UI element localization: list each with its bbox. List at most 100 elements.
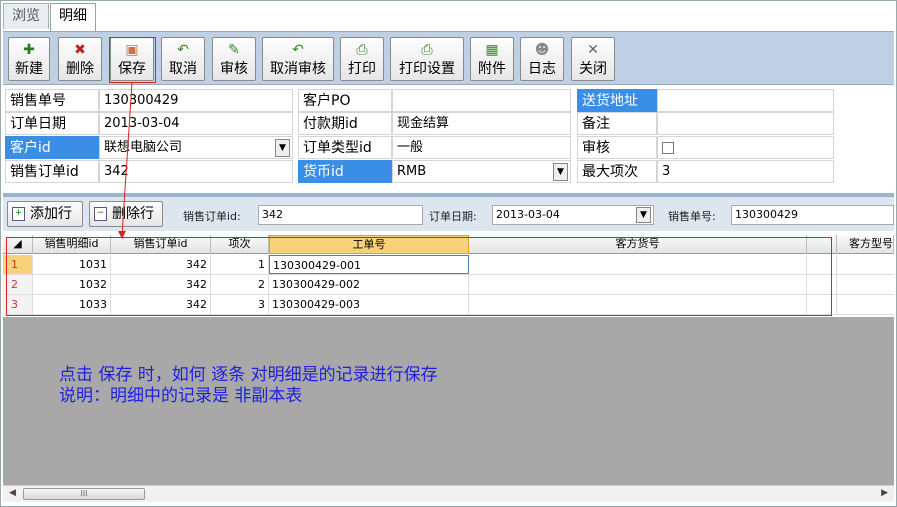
cancel-button[interactable]: ↶ 取消 — [161, 37, 205, 81]
cell-detail-id[interactable]: 1032 — [33, 275, 111, 294]
new-icon: ✚ — [23, 42, 35, 58]
col-order-id[interactable]: 销售订单id — [111, 235, 211, 254]
ship-addr-field[interactable] — [657, 89, 834, 112]
customer-po-label: 客户PO — [298, 89, 392, 112]
cell-work-no[interactable]: 130300429-002 — [269, 275, 469, 294]
table-row[interactable]: 1 1031 342 1 130300429-001 — [3, 255, 894, 275]
row-number: 3 — [3, 295, 33, 314]
table-row[interactable]: 2 1032 342 2 130300429-002 — [3, 275, 894, 295]
cell-item[interactable]: 2 — [211, 275, 269, 294]
remark-field[interactable] — [657, 112, 834, 135]
save-icon: ▣ — [125, 42, 139, 58]
print-settings-button[interactable]: ⎙ 打印设置 — [390, 37, 464, 81]
pay-term-field[interactable]: 现金结算 — [392, 112, 571, 135]
cell-blank[interactable] — [807, 275, 837, 294]
cell-order-id[interactable]: 342 — [111, 275, 211, 294]
col-customer-model[interactable]: 客方型号 — [837, 235, 894, 254]
order-date-filter-label: 订单日期: — [429, 210, 477, 223]
sale-order-field[interactable]: 342 — [99, 160, 293, 183]
chevron-down-icon[interactable]: ▼ — [553, 163, 568, 181]
delete-button[interactable]: ✖ 删除 — [58, 37, 102, 81]
detail-toolbar: + 添加行 − 删除行 销售订单id: 342 订单日期: 2013-03-04… — [3, 193, 894, 231]
add-row-button[interactable]: + 添加行 — [7, 201, 83, 227]
cancel-audit-button[interactable]: ↶ 取消审核 — [262, 37, 334, 81]
cell-customer-part[interactable] — [469, 295, 807, 314]
log-button[interactable]: ☻ 日志 — [520, 37, 564, 81]
chevron-down-icon[interactable]: ▼ — [275, 139, 290, 157]
order-type-field[interactable]: 一般 — [392, 136, 571, 159]
sale-no-label: 销售单号 — [5, 89, 99, 112]
app-window: 浏览 明细 ✚ 新建 ✖ 删除 ▣ 保存 ↶ 取消 ✎ 审核 ↶ 取消审核 ⎙ — [0, 0, 897, 507]
tab-browse[interactable]: 浏览 — [3, 3, 49, 29]
tab-detail[interactable]: 明细 — [50, 3, 96, 31]
annotation-line-2: 说明：明细中的记录是 非副本表 — [59, 386, 303, 406]
cell-detail-id[interactable]: 1033 — [33, 295, 111, 314]
audit-label: 审核 — [220, 61, 248, 77]
customer-po-field[interactable] — [392, 89, 571, 112]
remark-label: 备注 — [577, 112, 657, 135]
grid-header: ◢ 销售明细id 销售订单id 项次 工单号 客方货号 客方型号 — [3, 235, 894, 254]
cell-item[interactable]: 1 — [211, 255, 269, 274]
attachment-label: 附件 — [478, 61, 506, 77]
audit-checkbox-cell — [657, 136, 834, 159]
cell-work-no[interactable]: 130300429-003 — [269, 295, 469, 314]
print-settings-label: 打印设置 — [399, 61, 455, 77]
row-number: 2 — [3, 275, 33, 294]
chevron-down-icon[interactable]: ▼ — [636, 207, 651, 223]
save-label: 保存 — [118, 61, 146, 77]
save-button[interactable]: ▣ 保存 — [110, 37, 154, 81]
delete-row-label: 删除行 — [112, 206, 154, 222]
print-label: 打印 — [348, 61, 376, 77]
pay-term-label: 付款期id — [298, 112, 392, 135]
cell-detail-id[interactable]: 1031 — [33, 255, 111, 274]
scroll-thumb[interactable]: III — [23, 488, 145, 500]
col-detail-id[interactable]: 销售明细id — [33, 235, 111, 254]
sale-order-label: 销售订单id — [5, 160, 99, 183]
order-date-field[interactable]: 2013-03-04 — [99, 112, 293, 135]
cell-work-no[interactable]: 130300429-001 — [269, 255, 469, 274]
pencil-icon: ✎ — [228, 42, 240, 58]
horizontal-scrollbar[interactable]: ◀ III ▶ — [3, 485, 894, 502]
col-customer-part[interactable]: 客方货号 — [469, 235, 807, 254]
audit-button[interactable]: ✎ 审核 — [212, 37, 256, 81]
sale-no-filter-label: 销售单号: — [668, 210, 716, 223]
customer-value: 联想电脑公司 — [104, 140, 183, 155]
order-id-filter-input[interactable]: 342 — [258, 205, 423, 225]
col-item[interactable]: 项次 — [211, 235, 269, 254]
tab-bar: 浏览 明细 — [3, 3, 97, 31]
col-work-no[interactable]: 工单号 — [269, 235, 469, 254]
delete-row-button[interactable]: − 删除行 — [89, 201, 163, 227]
currency-label: 货币id — [298, 160, 392, 183]
close-button[interactable]: ✕ 关闭 — [571, 37, 615, 81]
order-date-filter-input[interactable]: 2013-03-04 ▼ — [492, 205, 654, 225]
new-button[interactable]: ✚ 新建 — [8, 37, 50, 81]
order-date-filter-value: 2013-03-04 — [496, 208, 560, 221]
ship-addr-label: 送货地址 — [577, 89, 657, 112]
customer-select[interactable]: 联想电脑公司 ▼ — [99, 136, 293, 159]
audit-checkbox[interactable] — [662, 142, 674, 154]
cell-order-id[interactable]: 342 — [111, 295, 211, 314]
order-date-label: 订单日期 — [5, 112, 99, 135]
table-row[interactable]: 3 1033 342 3 130300429-003 — [3, 295, 894, 315]
attachment-button[interactable]: ▦ 附件 — [470, 37, 514, 81]
cell-order-id[interactable]: 342 — [111, 255, 211, 274]
sale-no-filter-input[interactable]: 130300429 — [731, 205, 894, 225]
scroll-left-icon[interactable]: ◀ — [9, 488, 16, 498]
printer-icon: ⎙ — [356, 42, 368, 58]
cell-blank[interactable] — [807, 295, 837, 314]
delete-label: 删除 — [66, 61, 94, 77]
col-blank[interactable] — [807, 235, 837, 254]
cell-item[interactable]: 3 — [211, 295, 269, 314]
cell-customer-part[interactable] — [469, 255, 807, 274]
print-button[interactable]: ⎙ 打印 — [340, 37, 384, 81]
cell-customer-part[interactable] — [469, 275, 807, 294]
log-label: 日志 — [528, 61, 556, 77]
sale-no-field[interactable]: 130300429 — [99, 89, 293, 112]
select-all-corner[interactable]: ◢ — [3, 235, 33, 254]
currency-select[interactable]: RMB ▼ — [392, 160, 571, 183]
cell-blank[interactable] — [807, 255, 837, 274]
undo-icon: ↶ — [177, 42, 189, 58]
max-items-field[interactable]: 3 — [657, 160, 834, 183]
scroll-right-icon[interactable]: ▶ — [881, 488, 888, 498]
row-number: 1 — [3, 255, 33, 274]
